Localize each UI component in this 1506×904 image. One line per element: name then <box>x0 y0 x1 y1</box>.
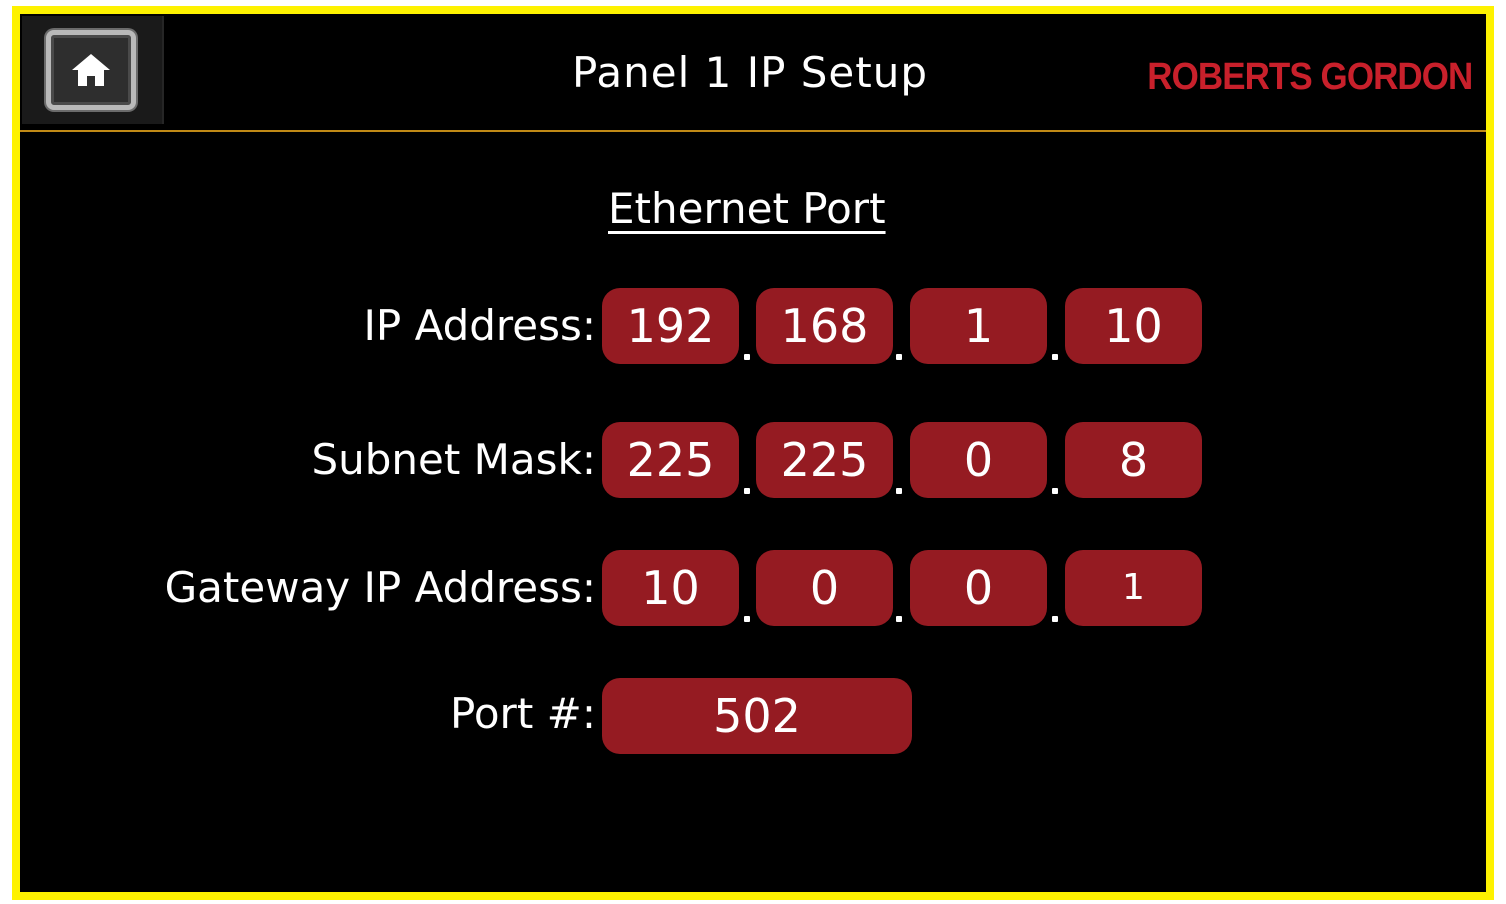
gateway-octet-1-field[interactable]: 10 <box>602 550 739 626</box>
subnet-octet-1-field[interactable]: 225 <box>602 422 739 498</box>
octet-separator <box>896 354 902 360</box>
ip-address-row: IP Address: <box>20 288 596 364</box>
octet-separator <box>744 488 750 494</box>
gateway-ip-label: Gateway IP Address: <box>164 563 596 612</box>
section-title: Ethernet Port <box>608 184 886 233</box>
octet-separator <box>1052 616 1058 622</box>
header-bar: Panel 1 IP Setup ROBERTS GORDON <box>20 14 1486 132</box>
subnet-mask-label: Subnet Mask: <box>311 435 596 484</box>
port-number-field[interactable]: 502 <box>602 678 912 754</box>
ip-octet-4-field[interactable]: 10 <box>1065 288 1202 364</box>
gateway-octet-3-field[interactable]: 0 <box>910 550 1047 626</box>
ip-octet-2-field[interactable]: 168 <box>756 288 893 364</box>
octet-separator <box>1052 354 1058 360</box>
subnet-octet-3-field[interactable]: 0 <box>910 422 1047 498</box>
octet-separator <box>896 488 902 494</box>
ip-address-label: IP Address: <box>363 301 596 350</box>
ip-octet-3-field[interactable]: 1 <box>910 288 1047 364</box>
octet-separator <box>1052 488 1058 494</box>
brand-logo: ROBERTS GORDON <box>1146 56 1473 98</box>
gateway-octet-4-field[interactable]: 1 <box>1065 550 1202 626</box>
subnet-mask-row: Subnet Mask: <box>20 422 596 498</box>
gateway-ip-row: Gateway IP Address: <box>20 550 596 626</box>
port-row: Port #: <box>20 676 596 752</box>
octet-separator <box>744 354 750 360</box>
octet-separator <box>896 616 902 622</box>
screen-frame: Panel 1 IP Setup ROBERTS GORDON Ethernet… <box>12 6 1494 900</box>
subnet-octet-4-field[interactable]: 8 <box>1065 422 1202 498</box>
port-label: Port #: <box>450 689 596 738</box>
gateway-octet-2-field[interactable]: 0 <box>756 550 893 626</box>
subnet-octet-2-field[interactable]: 225 <box>756 422 893 498</box>
octet-separator <box>744 616 750 622</box>
ip-octet-1-field[interactable]: 192 <box>602 288 739 364</box>
